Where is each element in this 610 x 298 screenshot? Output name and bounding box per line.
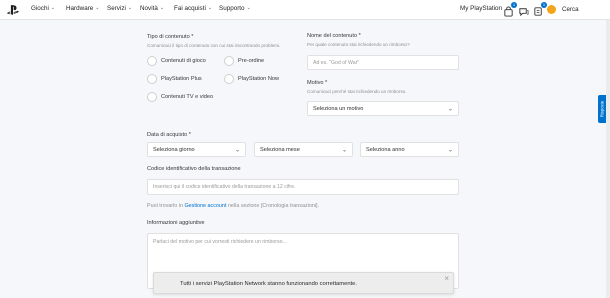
search-input[interactable]: Cerca <box>558 3 598 16</box>
chevron-down-icon: ⌄ <box>159 5 165 11</box>
radio-label: Contenuti di gioco <box>161 58 206 64</box>
nav-item-supporto[interactable]: Supporto ⌄ <box>219 5 251 12</box>
reason-hint: Comunicaci perché stai richiedendo un ri… <box>307 89 407 94</box>
radio-playstation-plus[interactable]: PlayStation Plus <box>147 74 202 84</box>
content-name-hint: Per quale contenuto stai richiedendo un … <box>307 42 410 47</box>
radio-contenuti-tv-e-video[interactable]: Contenuti TV e video <box>147 92 213 102</box>
nav-item-hardware[interactable]: Hardware ⌄ <box>66 5 100 12</box>
radio-label: PlayStation Now <box>238 76 280 82</box>
notification-badge: 1 <box>541 2 547 8</box>
reason-select[interactable]: Seleziona un motivo ⌄ <box>307 101 459 116</box>
year-select-value: Seleziona anno <box>366 146 405 153</box>
purchase-date-label-text: Data di acquisto <box>147 132 188 138</box>
playstation-logo-icon[interactable] <box>6 3 20 17</box>
nav-item-label: Novità <box>140 5 158 12</box>
year-select[interactable]: Seleziona anno ⌄ <box>360 142 459 157</box>
required-mark: * <box>358 33 361 39</box>
day-select-value: Seleziona giorno <box>153 146 195 153</box>
radio-label: Contenuti TV e video <box>161 94 214 100</box>
nav-item-label: Servizi <box>107 5 126 12</box>
chevron-down-icon: ⌄ <box>447 106 453 112</box>
radio-label: PlayStation Plus <box>161 76 202 82</box>
nav-item-label: Fai acquisti <box>174 5 206 12</box>
nav-item-label: Supporto <box>219 5 245 12</box>
purchase-date-label: Data di acquisto * <box>147 132 191 138</box>
avatar[interactable] <box>547 5 556 14</box>
reason-select-value: Seleziona un motivo <box>313 105 364 112</box>
nav-item-giochi[interactable]: Giochi ⌄ <box>31 5 55 12</box>
content-type-label: Tipo di contenuto * <box>147 34 193 40</box>
nav-item-label: Hardware <box>66 5 94 12</box>
month-select-value: Seleziona mese <box>260 146 300 153</box>
chevron-down-icon: ⌄ <box>447 147 453 153</box>
reason-label: Motivo * <box>307 80 327 86</box>
answers-side-tab[interactable]: Risposte <box>598 95 606 123</box>
nav-item-fai-acquisti[interactable]: Fai acquisti ⌄ <box>174 5 212 12</box>
status-toast: Tutti i servizi PlayStation Network stan… <box>153 272 454 294</box>
radio-circle[interactable] <box>224 56 234 66</box>
nav-item-label: Giochi <box>31 5 49 12</box>
side-tab-label: Risposte <box>599 100 605 118</box>
required-mark: * <box>325 80 328 86</box>
chevron-down-icon: ⌄ <box>246 5 251 11</box>
content-name-label: Nome del contenuto * <box>307 33 361 39</box>
radio-playstation-now[interactable]: PlayStation Now <box>224 74 279 84</box>
content-type-hint: Comunicaci il tipo di contenuto con cui … <box>147 43 281 48</box>
store-icon[interactable]: 1 <box>503 2 517 17</box>
chevron-down-icon: ⌄ <box>127 5 133 11</box>
account-management-link[interactable]: Gestione account <box>184 203 226 209</box>
nav-item-servizi[interactable]: Servizi ⌄ <box>107 5 132 12</box>
transaction-id-input[interactable]: Inserisci qui il codice identificativo d… <box>147 179 459 195</box>
notifications-icon[interactable]: 1 <box>533 2 547 16</box>
required-mark: * <box>188 132 191 138</box>
required-mark: * <box>191 34 194 40</box>
notification-badge: 1 <box>511 2 517 8</box>
chevron-down-icon: ⌄ <box>207 5 213 11</box>
top-navigation-bar: Giochi ⌄ Hardware ⌄ Servizi ⌄ Novità ⌄ Fai a… <box>0 0 610 20</box>
scrollbar[interactable] <box>606 20 610 298</box>
chevron-down-icon: ⌄ <box>234 147 240 153</box>
close-icon[interactable]: × <box>444 274 449 283</box>
transaction-id-help: Puoi trovarlo in Gestione account nella … <box>147 203 319 209</box>
refund-request-form: Tipo di contenuto * Comunicaci il tipo d… <box>0 20 600 298</box>
radio-circle[interactable] <box>147 92 157 102</box>
month-select[interactable]: Seleziona mese ⌄ <box>254 142 353 157</box>
radio-circle[interactable] <box>224 74 234 84</box>
my-playstation-link[interactable]: My PlayStation <box>460 5 502 12</box>
transaction-id-label: Codice identificativo della transazione <box>147 166 241 172</box>
friends-icon[interactable] <box>518 4 529 17</box>
chevron-down-icon: ⌄ <box>95 5 100 11</box>
radio-circle[interactable] <box>147 56 157 66</box>
content-type-label-text: Tipo di contenuto <box>147 34 190 40</box>
content-name-label-text: Nome del contenuto <box>307 33 358 39</box>
chevron-down-icon: ⌄ <box>50 5 56 11</box>
radio-pre-ordine[interactable]: Pre-ordine <box>224 56 264 66</box>
additional-info-label: Informazioni aggiuntive <box>147 220 205 226</box>
day-select[interactable]: Seleziona giorno ⌄ <box>147 142 246 157</box>
help-suffix: nella sezione [Cronologia transazioni]. <box>227 203 320 209</box>
chevron-down-icon: ⌄ <box>341 147 347 153</box>
radio-label: Pre-ordine <box>238 58 265 64</box>
nav-item-novita[interactable]: Novità ⌄ <box>140 5 164 12</box>
toast-message: Tutti i servizi PlayStation Network stan… <box>180 281 357 287</box>
radio-circle[interactable] <box>147 74 157 84</box>
content-name-input[interactable]: Ad es. "God of War" <box>307 55 459 70</box>
radio-contenuti-di-gioco[interactable]: Contenuti di gioco <box>147 56 206 66</box>
help-prefix: Puoi trovarlo in <box>147 203 183 209</box>
reason-label-text: Motivo <box>307 80 324 86</box>
